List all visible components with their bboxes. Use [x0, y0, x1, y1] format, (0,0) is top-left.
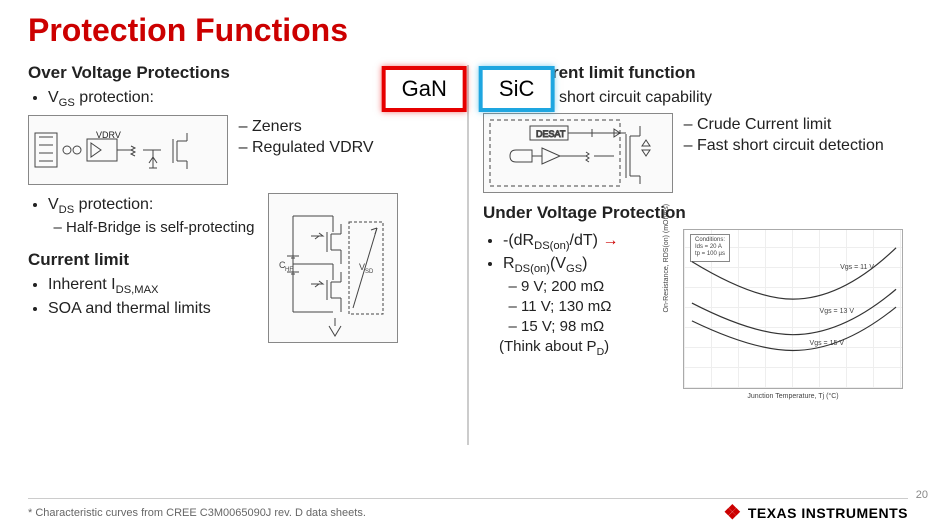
rdson-vgs-item: RDS(on)(VGS) 9 V; 200 mΩ 11 V; 130 mΩ 15…: [503, 255, 673, 358]
chart-y-axis-label: On-Resistance, RDS(on) (mOhms): [663, 204, 670, 313]
footer-bar: * Characteristic curves from CREE C3M006…: [28, 498, 908, 523]
chart-series-label-3: Vgs = 15 V: [810, 340, 844, 347]
page-number: 20: [916, 489, 928, 501]
half-bridge-note: Half-Bridge is self-protecting: [66, 219, 254, 236]
desat-circuit-diagram: DESAT: [483, 113, 673, 193]
crude-current-limit: Crude Current limit: [697, 116, 884, 134]
chart-series-label-1: Vgs = 11 V: [840, 264, 874, 271]
uv-15v-row: 15 V; 98 mΩ: [521, 318, 673, 335]
uv-9v-row: 9 V; 200 mΩ: [521, 278, 673, 295]
material-badges: GaN SiC: [382, 66, 555, 112]
gan-badge: GaN: [382, 66, 467, 112]
soa-thermal-item: SOA and thermal limits: [48, 300, 254, 318]
current-limit-heading: Current limit: [28, 250, 254, 270]
regulated-vdrv-item: Regulated VDRV: [252, 139, 374, 157]
vds-protection-item: VDS protection: Half-Bridge is self-prot…: [48, 196, 254, 236]
uv-heading: Under Voltage Protection: [483, 203, 908, 223]
left-column: Over Voltage Protections VGS protection:: [28, 59, 453, 445]
svg-text:HF: HF: [285, 267, 293, 273]
ti-mark-icon: ❖: [723, 503, 741, 523]
zeners-item: Zeners: [252, 118, 374, 136]
fcl-limited-item: Limited short circuit capability: [503, 89, 908, 107]
fast-short-detect: Fast short circuit detection: [697, 137, 884, 155]
right-column: Fast Current limit function Limited shor…: [483, 59, 908, 445]
desat-label: DESAT: [536, 129, 566, 139]
vgs-circuit-diagram: [28, 115, 228, 185]
rdson-vs-temp-chart: Conditions: Ids = 20 A tp = 100 µs Vgs =…: [683, 229, 903, 389]
ti-logo: ❖ Texas Instruments: [723, 503, 908, 523]
inherent-ids-item: Inherent IDS,MAX: [48, 276, 254, 296]
vdrv-label: VDRV: [96, 130, 121, 140]
half-bridge-diagram: CHF VSD: [268, 193, 398, 343]
ti-logo-text: Texas Instruments: [748, 505, 908, 521]
chart-x-axis-label: Junction Temperature, Tj (°C): [747, 393, 838, 400]
footnote: * Characteristic curves from CREE C3M006…: [28, 507, 366, 519]
drdson-dt-item: -(dRDS(on)/dT) →: [503, 232, 673, 252]
uv-11v-row: 11 V; 130 mΩ: [521, 298, 673, 315]
chart-series-label-2: Vgs = 13 V: [820, 308, 854, 315]
think-pd-note: (Think about PD): [499, 338, 673, 358]
svg-text:SD: SD: [365, 269, 374, 275]
column-divider: [467, 65, 469, 445]
sic-badge: SiC: [479, 66, 554, 112]
right-arrow-icon: →: [602, 232, 618, 249]
page-title: Protection Functions: [28, 12, 908, 49]
